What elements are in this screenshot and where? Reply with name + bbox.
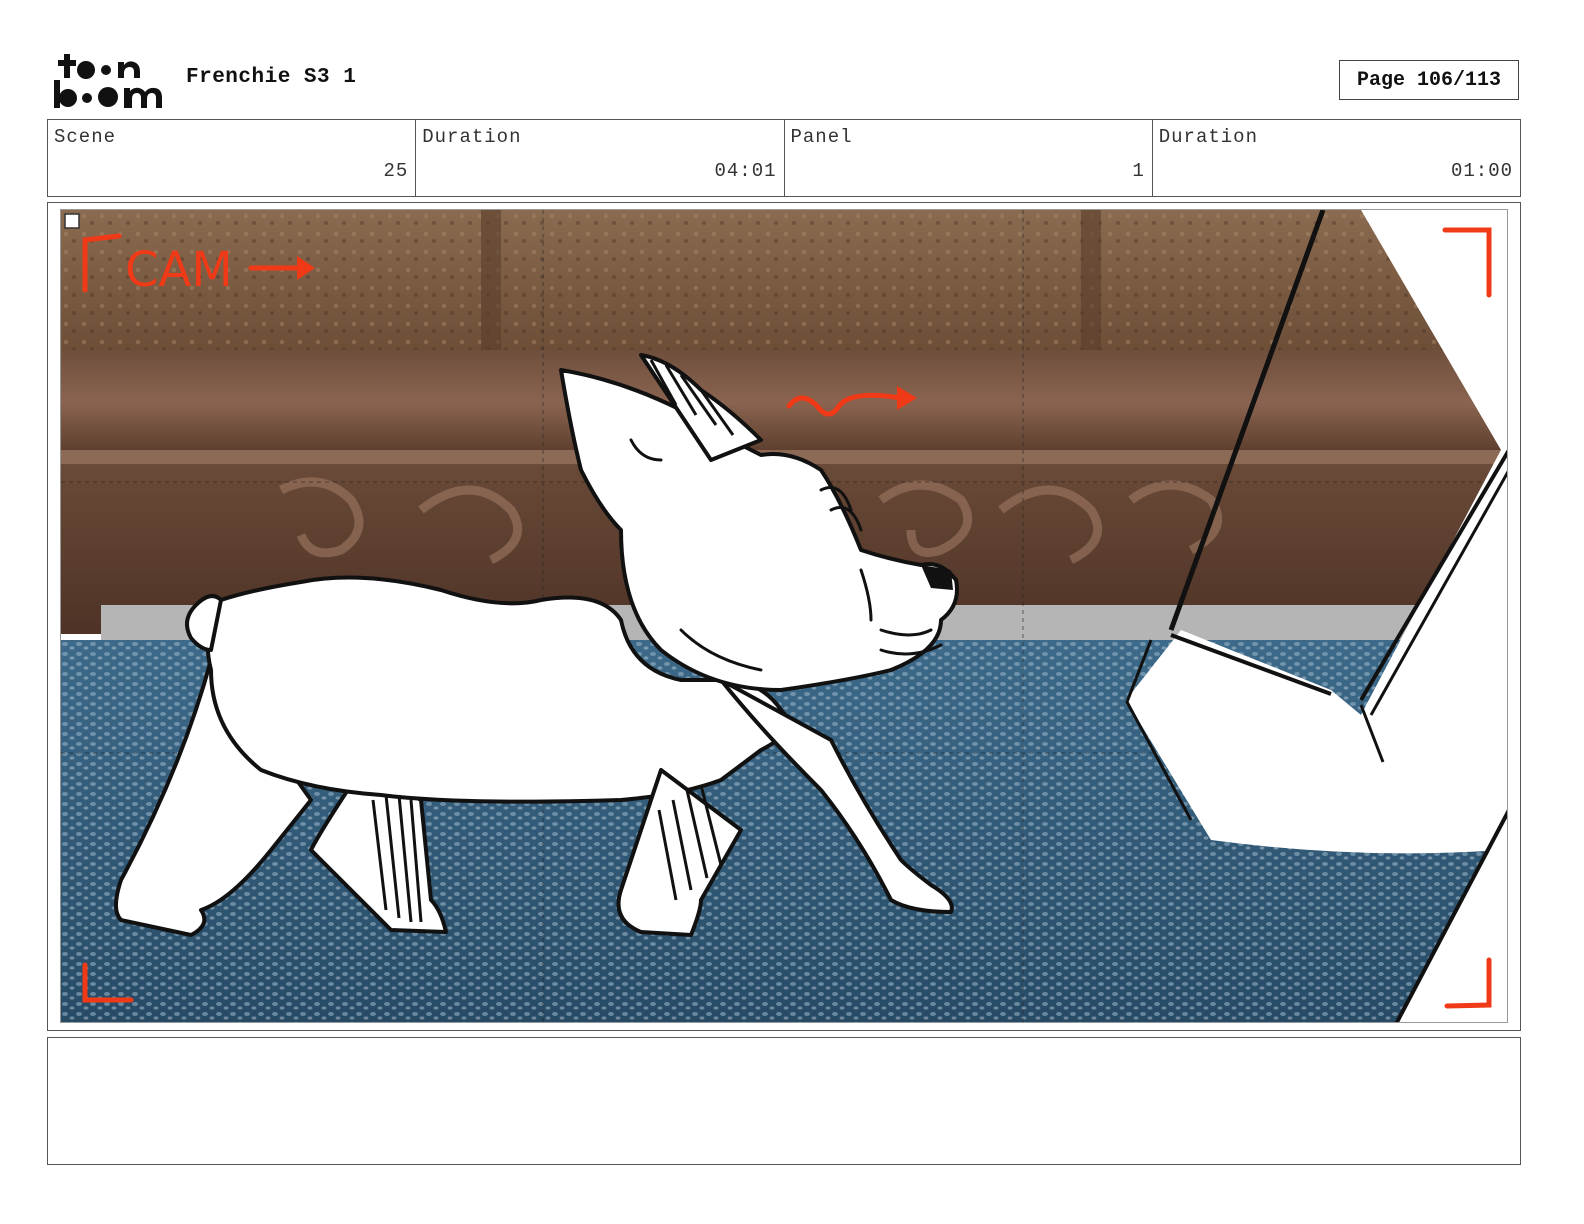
scene-cell: Scene 25 — [48, 120, 417, 196]
scene-duration-cell: Duration 04:01 — [416, 120, 785, 196]
panel-label: Panel — [790, 126, 853, 148]
panel-cell: Panel 1 — [785, 120, 1153, 196]
panel-duration-cell: Duration 01:00 — [1153, 120, 1520, 196]
panel-value: 1 — [1132, 160, 1145, 182]
scene-label: Scene — [54, 126, 117, 148]
panel-notes-box[interactable] — [47, 1037, 1521, 1165]
panel-duration-value: 01:00 — [1450, 160, 1513, 182]
toon-boom-logo — [52, 50, 164, 112]
project-title: Frenchie S3 1 — [186, 66, 357, 89]
scene-duration-value: 04:01 — [714, 160, 777, 182]
cam-annotation: CAM — [125, 242, 233, 298]
panel-info-row: Scene 25 Duration 04:01 Panel 1 Duration… — [47, 119, 1521, 197]
scene-duration-label: Duration — [422, 126, 522, 148]
scene-value: 25 — [383, 160, 409, 182]
panel-duration-label: Duration — [1158, 126, 1258, 148]
storyboard-panel-image: CAM — [60, 209, 1508, 1023]
page-number: Page 106/113 — [1339, 60, 1519, 100]
